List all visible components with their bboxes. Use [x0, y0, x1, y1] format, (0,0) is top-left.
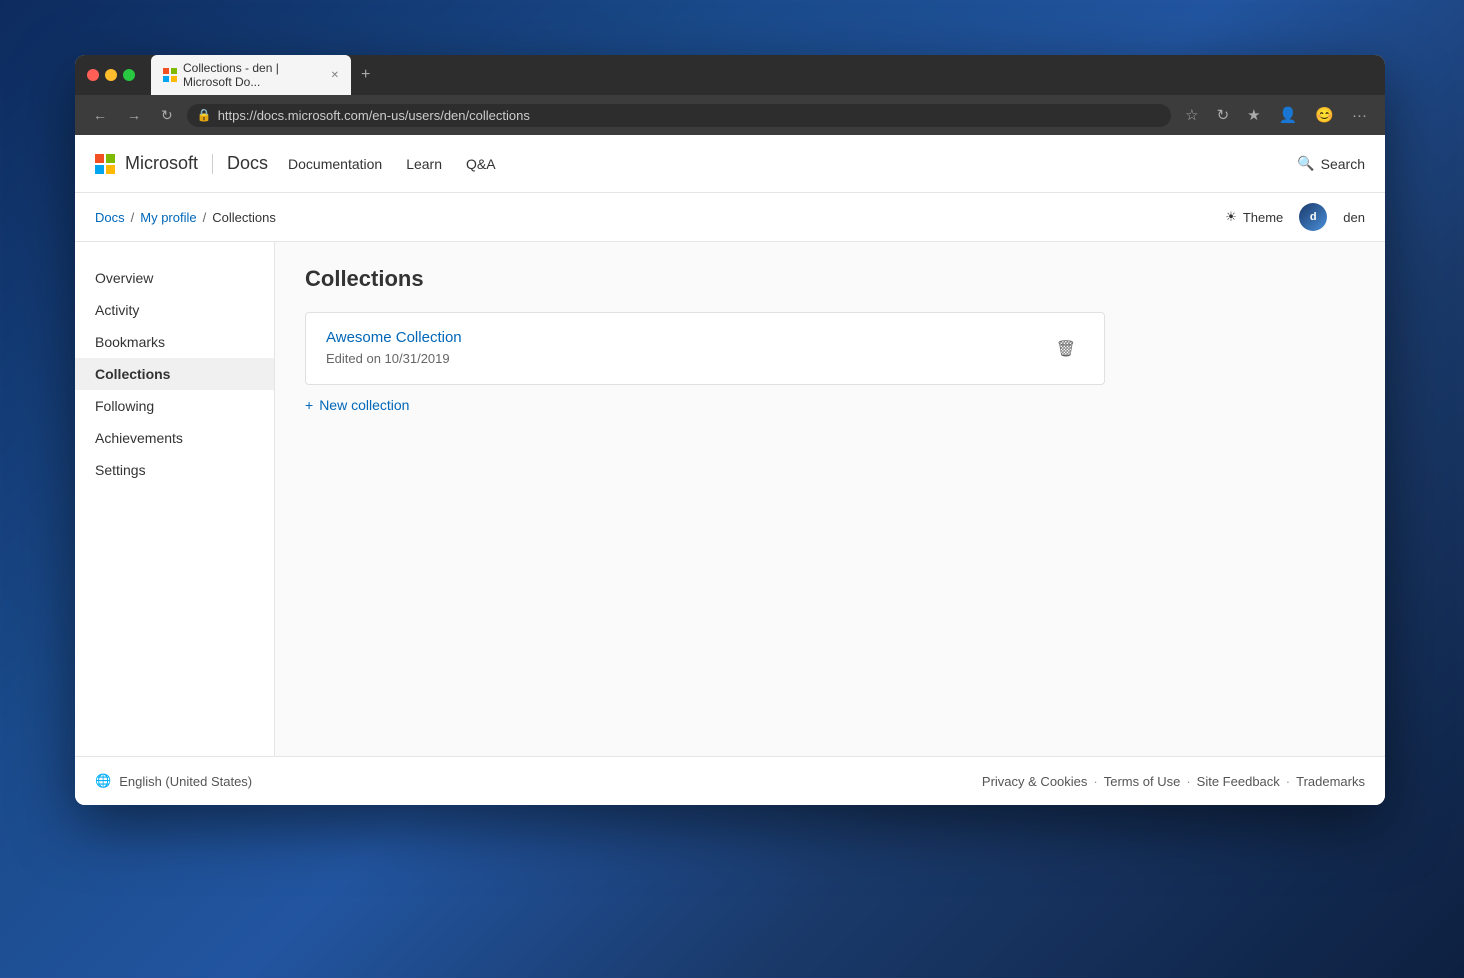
plus-icon: +: [305, 397, 313, 413]
emoji-icon[interactable]: 😊: [1309, 102, 1340, 128]
theme-label: Theme: [1243, 210, 1283, 225]
collection-info: Awesome Collection Edited on 10/31/2019: [326, 329, 462, 368]
tab-close-icon[interactable]: ✕: [331, 70, 339, 81]
logo-divider: [212, 154, 213, 174]
locale-icon: 🌐: [95, 773, 111, 789]
sidebar-item-bookmarks[interactable]: Bookmarks: [75, 326, 274, 358]
new-collection-label: New collection: [319, 397, 409, 413]
collection-title[interactable]: Awesome Collection: [326, 329, 462, 346]
breadcrumb-sep-1: /: [131, 210, 135, 225]
ms-sq-yellow: [106, 165, 115, 174]
footer-privacy[interactable]: Privacy & Cookies: [982, 774, 1087, 789]
ms-sq-blue: [95, 165, 104, 174]
new-tab-button[interactable]: +: [355, 64, 376, 86]
breadcrumb-myprofile[interactable]: My profile: [140, 210, 196, 225]
ms-logo: Microsoft Docs: [95, 153, 268, 174]
ms-brand-label[interactable]: Microsoft: [125, 153, 198, 174]
theme-icon: ☀: [1225, 209, 1237, 225]
theme-button[interactable]: ☀ Theme: [1225, 209, 1283, 225]
main-layout: Overview Activity Bookmarks Collections …: [75, 242, 1385, 756]
sidebar-item-overview[interactable]: Overview: [75, 262, 274, 294]
profile-icon[interactable]: 👤: [1273, 102, 1304, 128]
footer-dot-2: ·: [1186, 774, 1190, 789]
breadcrumb-current: Collections: [212, 210, 276, 225]
sidebar-item-activity[interactable]: Activity: [75, 294, 274, 326]
footer-right: Privacy & Cookies · Terms of Use · Site …: [982, 774, 1365, 789]
page-content: Microsoft Docs Documentation Learn Q&A 🔍…: [75, 135, 1385, 805]
collection-date: Edited on 10/31/2019: [326, 351, 450, 366]
breadcrumb-docs[interactable]: Docs: [95, 210, 125, 225]
content-area: Collections Awesome Collection Edited on…: [275, 242, 1385, 756]
username-label: den: [1343, 210, 1365, 225]
forward-button[interactable]: →: [121, 103, 147, 127]
active-tab[interactable]: Collections - den | Microsoft Do... ✕: [151, 55, 351, 95]
menu-icon[interactable]: ···: [1346, 103, 1373, 128]
nav-bar: ← → ↻ 🔒 https://docs.microsoft.com/en-us…: [75, 95, 1385, 135]
ms-sq-red: [95, 154, 104, 163]
browser-window: Collections - den | Microsoft Do... ✕ + …: [75, 55, 1385, 805]
avatar[interactable]: d: [1299, 203, 1327, 231]
tab-bar: Collections - den | Microsoft Do... ✕ +: [151, 55, 1373, 95]
tab-favicon: [163, 68, 177, 82]
footer-dot-1: ·: [1093, 774, 1097, 789]
tab-title: Collections - den | Microsoft Do...: [183, 61, 321, 89]
address-bar[interactable]: 🔒 https://docs.microsoft.com/en-us/users…: [187, 104, 1171, 127]
footer-terms[interactable]: Terms of Use: [1104, 774, 1181, 789]
avatar-initials: d: [1310, 211, 1317, 223]
refresh-icon[interactable]: ↻: [1211, 102, 1236, 128]
search-icon: 🔍: [1297, 155, 1314, 172]
footer-left: 🌐 English (United States): [95, 773, 252, 789]
locale-label: English (United States): [119, 774, 252, 789]
footer-dot-3: ·: [1286, 774, 1290, 789]
back-button[interactable]: ←: [87, 103, 113, 127]
search-label: Search: [1321, 156, 1365, 172]
ms-logo-squares: [95, 154, 115, 174]
nav-learn[interactable]: Learn: [406, 156, 442, 172]
close-button[interactable]: [87, 69, 99, 81]
reload-button[interactable]: ↻: [155, 103, 179, 128]
breadcrumb-sep-2: /: [203, 210, 207, 225]
page-title: Collections: [305, 266, 1355, 292]
traffic-lights: [87, 69, 135, 81]
sidebar-item-collections[interactable]: Collections: [75, 358, 274, 390]
breadcrumb-bar: Docs / My profile / Collections ☀ Theme …: [75, 193, 1385, 242]
page-footer: 🌐 English (United States) Privacy & Cook…: [75, 756, 1385, 805]
favorites-icon[interactable]: ☆: [1179, 102, 1204, 128]
nav-qa[interactable]: Q&A: [466, 156, 496, 172]
lock-icon: 🔒: [197, 108, 212, 122]
nav-actions: ☆ ↻ ★ 👤 😊 ···: [1179, 102, 1373, 128]
delete-collection-button[interactable]: 🗑: [1048, 335, 1084, 363]
nav-documentation[interactable]: Documentation: [288, 156, 382, 172]
url-display: https://docs.microsoft.com/en-us/users/d…: [218, 108, 530, 123]
footer-feedback[interactable]: Site Feedback: [1197, 774, 1280, 789]
minimize-button[interactable]: [105, 69, 117, 81]
maximize-button[interactable]: [123, 69, 135, 81]
new-collection-link[interactable]: + New collection: [305, 397, 1355, 413]
docs-brand-label[interactable]: Docs: [227, 153, 268, 174]
site-header: Microsoft Docs Documentation Learn Q&A 🔍…: [75, 135, 1385, 193]
title-bar: Collections - den | Microsoft Do... ✕ +: [75, 55, 1385, 95]
ms-sq-green: [106, 154, 115, 163]
footer-trademarks[interactable]: Trademarks: [1296, 774, 1365, 789]
search-button[interactable]: 🔍 Search: [1297, 155, 1365, 172]
sidebar-item-settings[interactable]: Settings: [75, 454, 274, 486]
url-path: /en-us/users/den/collections: [369, 108, 530, 123]
collection-card: Awesome Collection Edited on 10/31/2019 …: [305, 312, 1105, 385]
trash-icon: 🗑: [1056, 341, 1076, 358]
sidebar-item-achievements[interactable]: Achievements: [75, 422, 274, 454]
site-nav: Documentation Learn Q&A: [288, 156, 1277, 172]
collections-icon[interactable]: ★: [1241, 102, 1266, 128]
sidebar-item-following[interactable]: Following: [75, 390, 274, 422]
breadcrumb-right: ☀ Theme d den: [1225, 203, 1365, 231]
breadcrumb: Docs / My profile / Collections: [95, 210, 276, 225]
sidebar: Overview Activity Bookmarks Collections …: [75, 242, 275, 756]
